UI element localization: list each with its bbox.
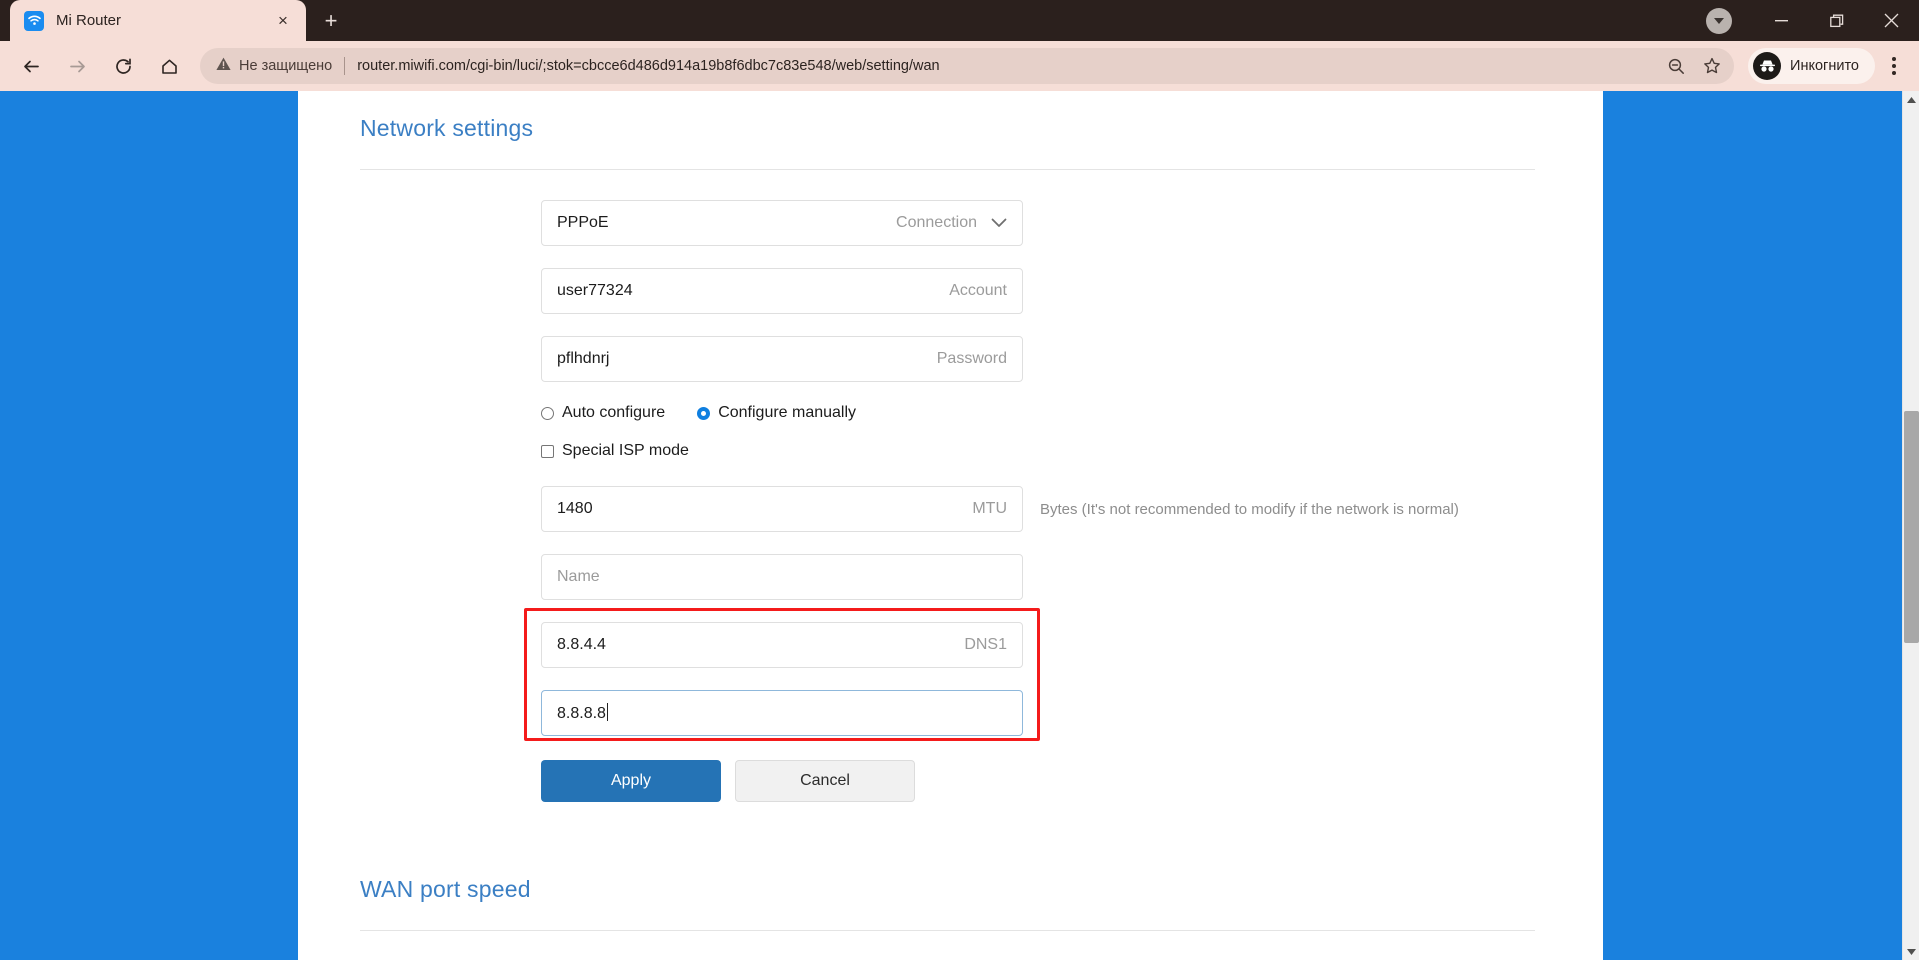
account-field[interactable]: user77324 Account <box>541 268 1023 314</box>
radio-auto-configure[interactable]: Auto configure <box>541 404 665 422</box>
wan-port-speed-title: WAN port speed <box>360 876 531 902</box>
radio-auto-configure-label: Auto configure <box>562 404 666 421</box>
name-row: Name <box>360 554 1603 600</box>
browser-toolbar: Не защищено router.miwifi.com/cgi-bin/lu… <box>0 41 1919 91</box>
scroll-down-icon[interactable] <box>1903 943 1919 960</box>
account-row: user77324 Account <box>360 268 1603 314</box>
home-icon[interactable] <box>151 48 187 84</box>
connection-row: PPPoE Connection <box>360 200 1603 246</box>
mtu-label: MTU <box>972 500 1007 517</box>
window-controls <box>1706 0 1919 41</box>
omnibox-divider <box>344 57 346 75</box>
close-tab-icon[interactable]: × <box>270 8 296 34</box>
checkbox-special-isp-label: Special ISP mode <box>562 442 689 459</box>
download-indicator-icon[interactable] <box>1706 7 1732 34</box>
form-actions: Apply Cancel <box>541 760 1603 802</box>
browser-window: Mi Router × + Не защищено router.miwifi.… <box>0 0 1919 960</box>
warning-triangle-icon <box>216 57 231 75</box>
password-field[interactable]: pflhdnrj Password <box>541 336 1023 382</box>
profile-label: Инкогнито <box>1790 58 1859 74</box>
radio-configure-manually[interactable]: Configure manually <box>697 404 856 422</box>
radio-auto-configure-indicator <box>541 406 554 420</box>
page-title: Network settings <box>360 115 534 141</box>
security-label: Не защищено <box>239 58 333 74</box>
dns1-label: DNS1 <box>964 636 1007 653</box>
cancel-button[interactable]: Cancel <box>735 760 915 802</box>
url-text[interactable]: router.miwifi.com/cgi-bin/luci/;stok=cbc… <box>357 58 1660 74</box>
title-bar: Mi Router × + <box>0 0 1919 41</box>
mtu-row: 1480 MTU Bytes (It's not recommended to … <box>360 486 1603 532</box>
incognito-icon <box>1753 52 1782 80</box>
dns-highlight-group: 8.8.4.4 DNS1 8.8.8.8 <box>524 608 1057 741</box>
connection-select[interactable]: PPPoE Connection <box>541 200 1023 246</box>
page-scrollbar[interactable] <box>1902 91 1919 960</box>
network-settings-form: PPPoE Connection user77324 Account pflhd… <box>360 170 1603 802</box>
reload-icon[interactable] <box>105 48 141 84</box>
chevron-down-icon <box>991 218 1007 228</box>
minimize-button[interactable] <box>1754 0 1809 41</box>
security-status[interactable]: Не защищено <box>216 57 332 75</box>
account-value: user77324 <box>557 282 633 299</box>
text-caret <box>606 703 608 721</box>
password-label: Password <box>936 350 1007 367</box>
star-icon[interactable] <box>1696 50 1728 82</box>
connection-value: PPPoE <box>557 214 609 231</box>
config-mode-group: Auto configure Configure manually <box>541 404 1603 422</box>
apply-button[interactable]: Apply <box>541 760 721 802</box>
name-field[interactable]: Name <box>541 554 1023 600</box>
radio-configure-manually-label: Configure manually <box>718 404 857 421</box>
restore-button[interactable] <box>1809 0 1864 41</box>
profile-button[interactable]: Инкогнито <box>1748 48 1875 84</box>
router-admin-page: Network settings PPPoE Connection user77… <box>298 91 1603 960</box>
close-window-button[interactable] <box>1864 0 1919 41</box>
name-placeholder: Name <box>557 568 600 585</box>
checkbox-special-isp-mode[interactable]: Special ISP mode <box>541 442 689 460</box>
page-viewport: Network settings PPPoE Connection user77… <box>0 91 1919 960</box>
wan-port-speed-form: Auto (recommended) Speed <box>360 931 1603 960</box>
browser-menu-icon[interactable] <box>1877 49 1911 83</box>
account-label: Account <box>949 282 1007 299</box>
browser-tab[interactable]: Mi Router × <box>10 0 306 41</box>
address-bar[interactable]: Не защищено router.miwifi.com/cgi-bin/lu… <box>200 48 1735 84</box>
wifi-icon <box>24 10 44 31</box>
dns2-value: 8.8.8.8 <box>557 703 608 722</box>
zoom-out-icon[interactable] <box>1660 50 1692 82</box>
new-tab-button[interactable]: + <box>314 4 348 38</box>
omnibox-actions <box>1660 50 1728 82</box>
mtu-field[interactable]: 1480 MTU <box>541 486 1023 532</box>
scrollbar-thumb[interactable] <box>1904 411 1919 643</box>
special-isp-group: Special ISP mode <box>541 442 1603 460</box>
connection-label: Connection <box>896 214 977 231</box>
checkbox-special-isp-indicator <box>541 444 554 458</box>
radio-configure-manually-indicator <box>697 406 711 420</box>
forward-icon <box>59 48 95 84</box>
tab-title: Mi Router <box>56 12 122 29</box>
dns2-field[interactable]: 8.8.8.8 <box>541 690 1023 736</box>
password-row: pflhdnrj Password <box>360 336 1603 382</box>
password-value: pflhdnrj <box>557 350 610 367</box>
dns1-field[interactable]: 8.8.4.4 DNS1 <box>541 622 1023 668</box>
back-icon[interactable] <box>13 48 49 84</box>
mtu-value: 1480 <box>557 500 593 517</box>
mtu-hint: Bytes (It's not recommended to modify if… <box>1040 500 1459 518</box>
scroll-up-icon[interactable] <box>1903 91 1919 108</box>
dns1-value: 8.8.4.4 <box>557 636 606 653</box>
